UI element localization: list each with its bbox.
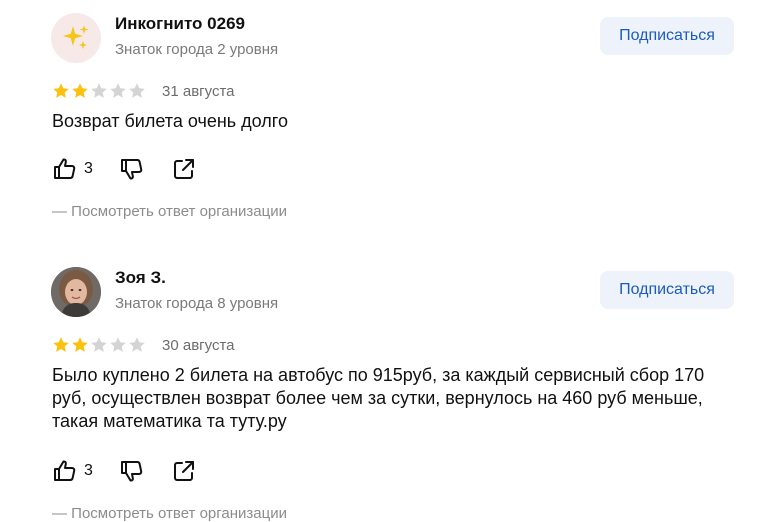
- rating-row: 31 августа: [52, 81, 235, 101]
- dislike-button[interactable]: [119, 458, 145, 484]
- author-name[interactable]: Зоя З.: [115, 268, 166, 288]
- share-icon: [173, 461, 194, 481]
- org-reply-link[interactable]: — Посмотреть ответ организации: [52, 505, 287, 522]
- like-button[interactable]: 3: [52, 458, 93, 484]
- review-actions: 3: [52, 456, 223, 486]
- subscribe-button[interactable]: Подписаться: [600, 17, 734, 55]
- like-button[interactable]: 3: [52, 156, 93, 182]
- share-button[interactable]: [171, 458, 197, 484]
- star-empty-icon: [110, 83, 126, 98]
- thumbs-up-icon: [54, 460, 76, 481]
- subscribe-button[interactable]: Подписаться: [600, 271, 734, 309]
- author-name[interactable]: Инкогнито 0269: [115, 14, 245, 34]
- review-text: Возврат билета очень долго: [52, 111, 288, 131]
- star-empty-icon: [91, 83, 107, 98]
- star-empty-icon: [91, 337, 107, 352]
- star-empty-icon: [110, 337, 126, 352]
- avatar[interactable]: [51, 13, 101, 63]
- star-empty-icon: [129, 83, 145, 98]
- review-date: 31 августа: [162, 82, 235, 100]
- review-date: 30 августа: [162, 336, 235, 354]
- thumbs-down-icon: [120, 159, 143, 180]
- star-filled-icon: [53, 83, 69, 98]
- star-filled-icon: [72, 337, 88, 352]
- like-count: 3: [84, 160, 93, 177]
- star-filled-icon: [53, 337, 69, 352]
- thumbs-up-icon: [54, 158, 76, 179]
- thumbs-down-icon: [120, 461, 143, 482]
- rating-row: 30 августа: [52, 335, 235, 355]
- org-reply-link[interactable]: — Посмотреть ответ организации: [52, 203, 287, 220]
- star-rating: [52, 82, 146, 100]
- star-filled-icon: [72, 83, 88, 98]
- like-count: 3: [84, 462, 93, 479]
- star-empty-icon: [129, 337, 145, 352]
- share-icon: [173, 159, 194, 179]
- dislike-button[interactable]: [119, 156, 145, 182]
- sparkles-icon: [63, 25, 89, 49]
- review-text: Было куплено 2 билета на автобус по 915р…: [52, 365, 705, 431]
- user-photo: [51, 267, 101, 317]
- avatar[interactable]: [51, 267, 101, 317]
- author-level: Знаток города 8 уровня: [115, 295, 279, 312]
- author-level: Знаток города 2 уровня: [115, 41, 279, 58]
- share-button[interactable]: [171, 156, 197, 182]
- star-rating: [52, 336, 146, 354]
- review-actions: 3: [52, 154, 223, 184]
